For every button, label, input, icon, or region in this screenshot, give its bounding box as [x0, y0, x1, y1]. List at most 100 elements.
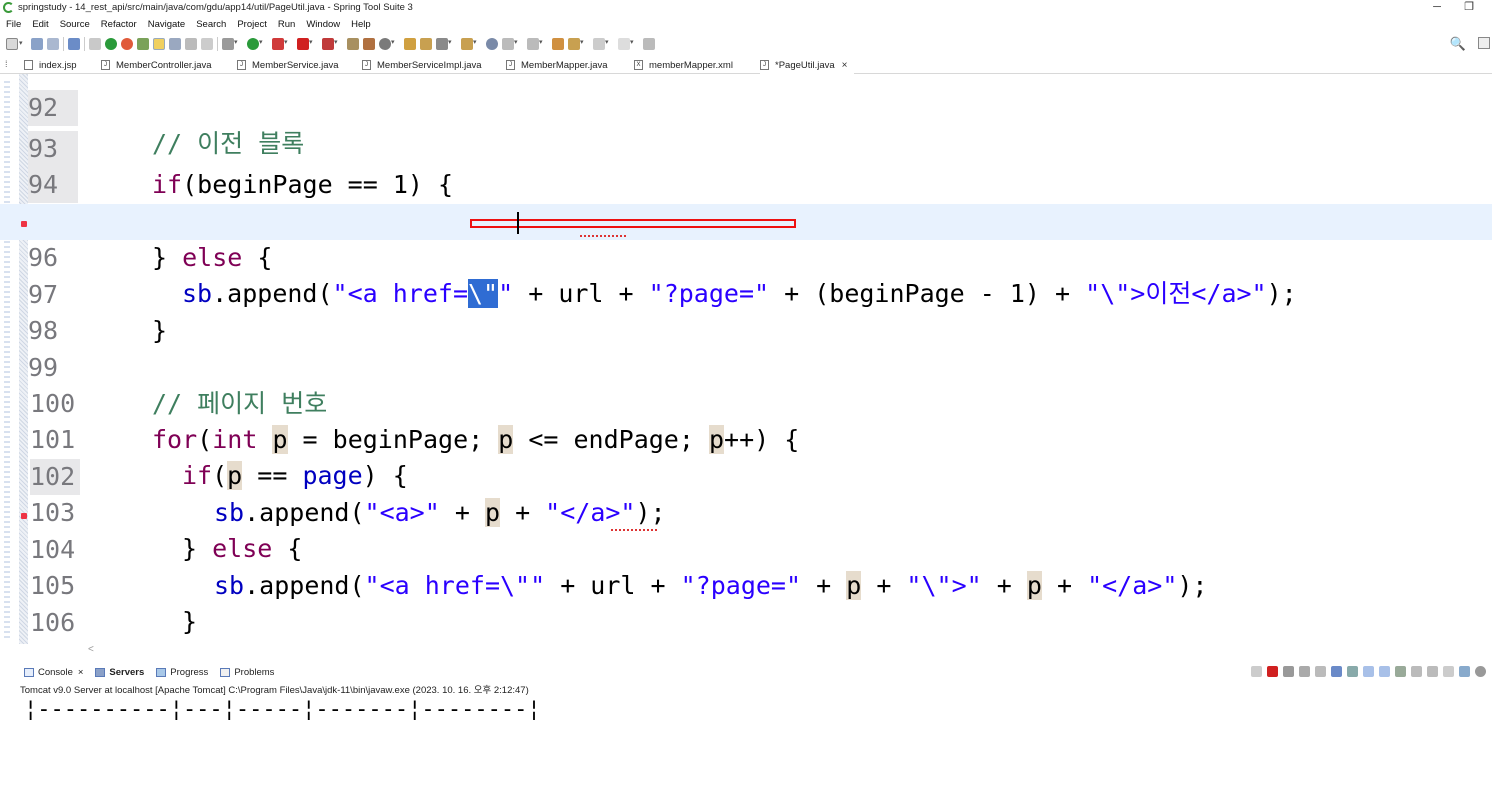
- next-annotation-icon[interactable]: [502, 38, 518, 50]
- display-console-icon[interactable]: [1411, 666, 1422, 677]
- terminal-icon[interactable]: [68, 38, 80, 50]
- menu-help[interactable]: Help: [351, 19, 371, 30]
- maximize-view-icon[interactable]: [1459, 666, 1470, 677]
- restore-button[interactable]: ❐: [1454, 0, 1484, 16]
- last-edit-icon[interactable]: [552, 38, 564, 50]
- remove-all-terminated-icon[interactable]: [1299, 666, 1310, 677]
- tab-console[interactable]: Console ×: [24, 667, 83, 678]
- tab-progress[interactable]: Progress: [156, 667, 208, 678]
- open-task-icon[interactable]: [420, 38, 432, 50]
- tab-label: Problems: [234, 667, 275, 678]
- close-icon[interactable]: ×: [842, 60, 848, 71]
- tab-label: index.jsp: [39, 59, 77, 71]
- open-resource-icon[interactable]: [461, 38, 477, 50]
- new-icon[interactable]: [6, 38, 23, 50]
- minimize-view-icon[interactable]: [1443, 666, 1454, 677]
- clear-console-icon[interactable]: [1315, 666, 1326, 677]
- java-file-icon: J: [506, 60, 515, 70]
- java-file-icon: J: [101, 60, 110, 70]
- java-file-icon: J: [362, 60, 371, 70]
- java-file-icon: J: [237, 60, 246, 70]
- previous-annotation-icon[interactable]: [527, 38, 543, 50]
- tab-servers[interactable]: Servers: [95, 667, 144, 678]
- skip-breakpoints-icon[interactable]: [89, 38, 101, 50]
- scroll-lock-icon[interactable]: [1331, 666, 1342, 677]
- spring-boot-icon[interactable]: [105, 38, 117, 50]
- error-marker-icon[interactable]: [21, 221, 27, 227]
- spring-tool-suite-icon: [3, 2, 14, 13]
- show-stderr-icon[interactable]: [1379, 666, 1390, 677]
- menu-navigate[interactable]: Navigate: [148, 19, 186, 30]
- run-icon[interactable]: [247, 38, 263, 50]
- menu-refactor[interactable]: Refactor: [101, 19, 137, 30]
- show-whitespace-icon[interactable]: [185, 38, 197, 50]
- console-output[interactable]: ¦----------¦---¦-----¦-------¦--------¦: [24, 697, 541, 722]
- save-icon[interactable]: [31, 38, 43, 50]
- search-tool-icon[interactable]: [436, 38, 452, 50]
- code-editor[interactable]: 92 // 이전 블록 93 if(beginPage == 1) { 94 s…: [0, 74, 1492, 644]
- horizontal-scroll-hint[interactable]: <: [88, 644, 94, 655]
- code-line: 93 if(beginPage == 1) {: [0, 95, 1492, 199]
- tab-member-service-impl[interactable]: J MemberServiceImpl.java: [362, 56, 482, 74]
- menu-file[interactable]: File: [6, 19, 21, 30]
- open-perspective-icon[interactable]: [643, 38, 655, 50]
- toggle-mark-icon[interactable]: [201, 38, 213, 50]
- tab-page-util[interactable]: J *PageUtil.java ×: [760, 56, 854, 74]
- tab-member-controller[interactable]: J MemberController.java: [101, 56, 212, 74]
- menu-run[interactable]: Run: [278, 19, 295, 30]
- new-class-icon[interactable]: [379, 38, 395, 50]
- pin-icon[interactable]: [137, 38, 149, 50]
- code-line: 94 sb.append("<a>이전</a>");: [0, 131, 1492, 235]
- servers-icon: [95, 668, 106, 677]
- terminate-icon[interactable]: [1267, 666, 1278, 677]
- remove-launch-icon[interactable]: [1283, 666, 1294, 677]
- tab-label: Servers: [109, 667, 145, 678]
- save-all-icon[interactable]: [47, 38, 59, 50]
- tab-member-service[interactable]: J MemberService.java: [237, 56, 339, 74]
- pin-console-icon[interactable]: [1395, 666, 1406, 677]
- warning-squiggle: [580, 235, 626, 237]
- show-stdout-icon[interactable]: [1363, 666, 1374, 677]
- open-console-icon[interactable]: [1427, 666, 1438, 677]
- forward-icon[interactable]: [593, 38, 609, 50]
- terminate-relaunch-icon[interactable]: [1251, 666, 1262, 677]
- tab-list-icon[interactable]: ⁞: [5, 59, 8, 69]
- toolbar-separator: [63, 37, 64, 51]
- tab-problems[interactable]: Problems: [220, 667, 274, 678]
- perspective-icon[interactable]: [1478, 37, 1490, 49]
- tab-index-jsp[interactable]: index.jsp: [24, 56, 77, 74]
- open-type-icon[interactable]: [404, 38, 416, 50]
- new-package-icon[interactable]: [363, 38, 375, 50]
- new-java-project-icon[interactable]: [347, 38, 359, 50]
- menu-window[interactable]: Window: [306, 19, 340, 30]
- server-icon[interactable]: [322, 38, 338, 50]
- code-line: 95 } else {: [0, 168, 1492, 272]
- search-icon[interactable]: 🔍: [1450, 36, 1466, 52]
- code-line: 102 sb.append("<a>" + p + "</a>");: [0, 423, 1492, 527]
- block-selection-icon[interactable]: [169, 38, 181, 50]
- word-wrap-icon[interactable]: [1347, 666, 1358, 677]
- browser-icon[interactable]: [486, 38, 498, 50]
- refresh-icon[interactable]: [121, 38, 133, 50]
- menu-bar: File Edit Source Refactor Navigate Searc…: [0, 16, 1492, 32]
- menu-project[interactable]: Project: [237, 19, 267, 30]
- close-icon[interactable]: ×: [78, 667, 84, 678]
- back-icon[interactable]: [568, 38, 584, 50]
- code-line: 101 if(p == page) {: [0, 386, 1492, 490]
- history-icon[interactable]: [618, 38, 634, 50]
- menu-source[interactable]: Source: [60, 19, 90, 30]
- minimize-button[interactable]: ─: [1422, 0, 1452, 16]
- window-titlebar: springstudy - 14_rest_api/src/main/java/…: [0, 0, 1492, 16]
- debug-icon[interactable]: [222, 38, 238, 50]
- code-line: 106 }: [0, 569, 1492, 637]
- error-marker-icon[interactable]: [21, 513, 27, 519]
- tab-member-mapper-java[interactable]: J MemberMapper.java: [506, 56, 608, 74]
- code-line: 104 sb.append("<a href=\"" + url + "?pag…: [0, 496, 1492, 600]
- stop-icon[interactable]: [297, 38, 313, 50]
- tab-member-mapper-xml[interactable]: XmemberMapper.xml: [634, 56, 733, 74]
- settings-icon[interactable]: [1475, 666, 1486, 677]
- menu-search[interactable]: Search: [196, 19, 226, 30]
- external-tools-icon[interactable]: [272, 38, 288, 50]
- menu-edit[interactable]: Edit: [32, 19, 48, 30]
- highlight-icon[interactable]: [153, 38, 165, 50]
